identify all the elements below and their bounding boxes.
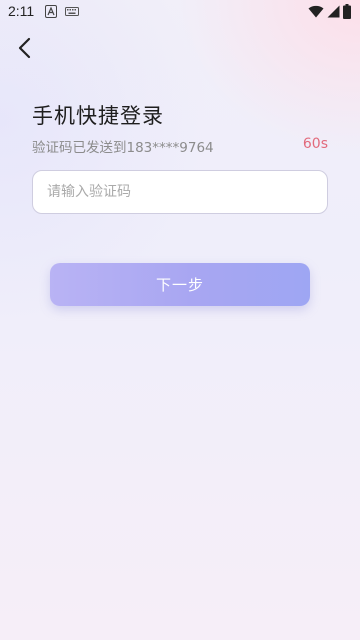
keyboard-icon (65, 7, 79, 16)
code-sent-message: 验证码已发送到183****9764 (32, 140, 214, 156)
back-button[interactable] (10, 33, 40, 63)
code-sent-row: 验证码已发送到183****9764 60s (32, 136, 328, 156)
status-time: 2:11 (8, 3, 35, 19)
verification-code-input[interactable] (33, 171, 327, 213)
page-title: 手机快捷登录 (32, 104, 164, 128)
signal-icon (327, 5, 340, 18)
verification-code-field[interactable] (32, 170, 328, 214)
next-step-button[interactable]: 下一步 (50, 263, 310, 306)
resend-countdown[interactable]: 60s (303, 136, 328, 152)
chevron-left-icon (18, 37, 31, 59)
a-notification-icon (45, 5, 57, 18)
wifi-icon (308, 5, 324, 18)
battery-icon (343, 4, 351, 19)
status-bar: 2:11 (0, 0, 360, 24)
